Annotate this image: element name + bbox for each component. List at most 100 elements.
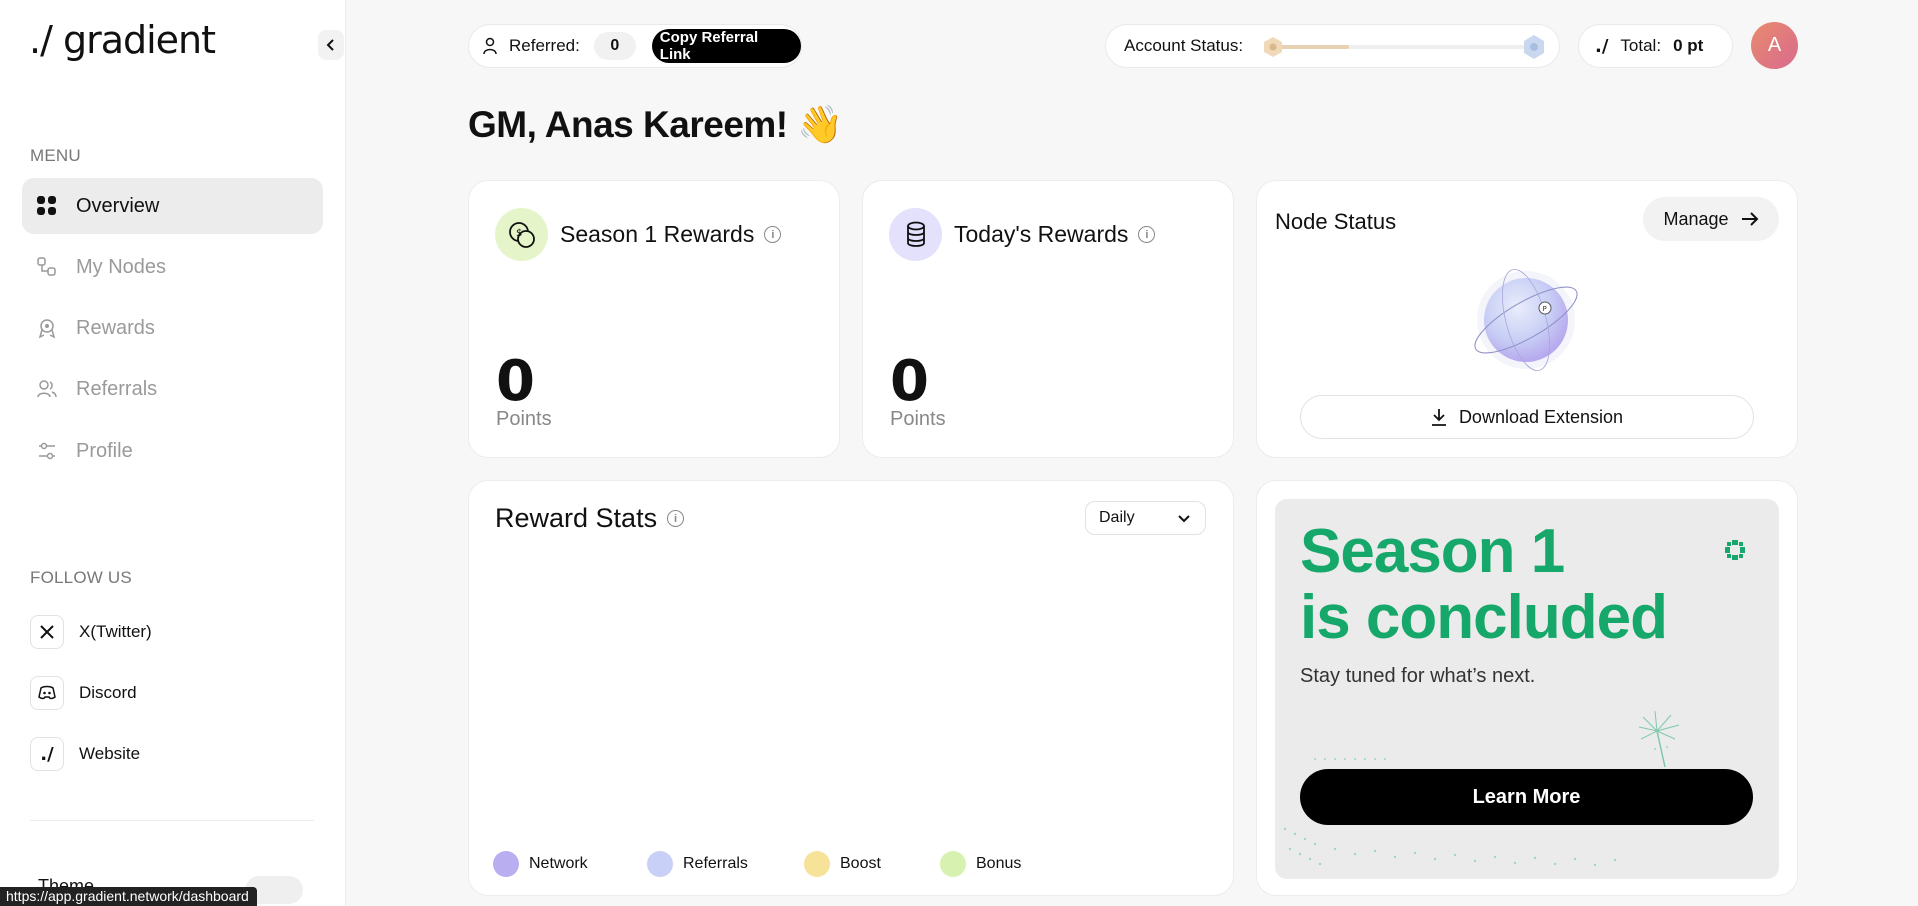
reward-stats-title-text: Reward Stats: [495, 503, 658, 533]
social-label: Website: [79, 744, 141, 763]
reward-stats-card: Reward Stats i Daily Network Referrals B…: [468, 480, 1234, 896]
legend-swatch: [804, 851, 830, 877]
sidebar-item-referrals[interactable]: Referrals: [22, 361, 323, 417]
legend-swatch: [493, 851, 519, 877]
legend-label: Boost: [840, 855, 881, 872]
discord-icon: [30, 676, 64, 710]
x-icon: [30, 615, 64, 649]
season-promo-banner: Season 1 is concluded Stay tuned for wha…: [1275, 499, 1779, 879]
database-icon: [889, 208, 942, 261]
diamond-badge-icon: [1524, 35, 1544, 59]
account-status-label: Account Status:: [1124, 36, 1244, 55]
info-icon[interactable]: i: [667, 510, 685, 527]
referral-pill: Referred: 0 Copy Referral Link: [468, 24, 802, 68]
period-select-value: Daily: [1099, 509, 1135, 526]
legend-item-referrals: Referrals: [647, 851, 748, 877]
award-icon: [36, 317, 58, 339]
legend-label: Referrals: [683, 855, 748, 872]
learn-more-button[interactable]: Learn More: [1300, 769, 1753, 825]
sidebar-item-overview[interactable]: Overview: [22, 178, 323, 234]
node-status-title: Node Status: [1275, 209, 1397, 234]
season-rewards-title-text: Season 1 Rewards: [560, 221, 755, 247]
node-globe-illustration: P: [1474, 269, 1578, 371]
grid-icon: [36, 195, 58, 217]
account-status-pill: Account Status:: [1105, 24, 1560, 68]
gradient-icon: ./: [1595, 35, 1609, 57]
coins-icon: $: [495, 208, 548, 261]
info-icon[interactable]: i: [764, 226, 782, 243]
app-logo[interactable]: ./ gradient: [29, 18, 216, 62]
season-rewards-card: $ Season 1 Rewards i 0 Points: [468, 180, 840, 458]
chevron-down-icon: [1178, 515, 1190, 523]
bronze-badge-icon: [1264, 37, 1282, 57]
season-rewards-title: Season 1 Rewards i: [560, 221, 782, 248]
menu-section-label: MENU: [30, 146, 81, 165]
node-status-card: Node Status Manage P Download Extension: [1256, 180, 1798, 458]
period-select[interactable]: Daily: [1085, 501, 1206, 535]
sidebar-divider: [30, 820, 314, 821]
sidebar-item-label: My Nodes: [76, 255, 167, 278]
sidebar-item-profile[interactable]: Profile: [22, 423, 323, 479]
chevron-left-icon: [326, 39, 334, 51]
legend-item-boost: Boost: [804, 851, 881, 877]
legend-label: Bonus: [976, 855, 1022, 872]
referred-label: Referred:: [508, 36, 580, 55]
sidebar-item-my-nodes[interactable]: My Nodes: [22, 239, 323, 295]
legend-swatch: [940, 851, 966, 877]
account-status-track: [1272, 45, 1530, 49]
today-rewards-title-text: Today's Rewards: [954, 221, 1129, 247]
social-link-twitter[interactable]: X(Twitter): [30, 615, 152, 649]
gradient-icon: ./: [30, 737, 64, 771]
sidebar-item-label: Referrals: [76, 377, 158, 400]
legend-item-bonus: Bonus: [940, 851, 1021, 877]
legend-swatch: [647, 851, 673, 877]
reward-stats-title: Reward Stats i: [495, 503, 685, 534]
season-rewards-unit: Points: [496, 408, 552, 430]
gradient-mark-icon: [1725, 540, 1745, 560]
sidebar-item-label: Rewards: [76, 316, 155, 339]
follow-section-label: FOLLOW US: [30, 568, 132, 587]
manage-label: Manage: [1663, 208, 1729, 229]
status-bar-url: https://app.gradient.network/dashboard: [0, 887, 257, 906]
promo-title: Season 1 is concluded: [1300, 517, 1668, 652]
promo-title-line2: is concluded: [1300, 583, 1668, 652]
total-points-pill: ./ Total: 0 pt: [1578, 24, 1733, 68]
arrow-right-icon: [1741, 212, 1758, 226]
sidebar: ./ gradient MENU Overview My Nodes Rewar…: [0, 0, 346, 906]
info-icon[interactable]: i: [1138, 226, 1156, 243]
season-rewards-value: 0: [496, 349, 535, 414]
today-rewards-title: Today's Rewards i: [954, 221, 1156, 248]
user-icon: [483, 37, 497, 55]
download-extension-button[interactable]: Download Extension: [1300, 395, 1754, 439]
social-link-website[interactable]: ./ Website: [30, 737, 140, 771]
sliders-icon: [36, 440, 58, 462]
users-icon: [36, 378, 58, 400]
nodes-icon: [36, 256, 58, 278]
promo-subtitle: Stay tuned for what’s next.: [1300, 665, 1536, 687]
total-label: Total:: [1620, 36, 1662, 55]
manage-button[interactable]: Manage: [1643, 197, 1779, 241]
social-link-discord[interactable]: Discord: [30, 676, 137, 710]
today-rewards-card: Today's Rewards i 0 Points: [862, 180, 1234, 458]
referred-count: 0: [593, 32, 636, 60]
legend-label: Network: [529, 855, 588, 872]
collapse-sidebar-button[interactable]: [318, 30, 344, 60]
sidebar-item-label: Profile: [76, 439, 133, 462]
total-value: 0 pt: [1673, 36, 1704, 55]
legend-item-network: Network: [493, 851, 588, 877]
avatar[interactable]: A: [1751, 22, 1798, 69]
copy-referral-link-button[interactable]: Copy Referral Link: [651, 29, 801, 63]
download-extension-label: Download Extension: [1458, 406, 1624, 427]
today-rewards-unit: Points: [890, 408, 946, 430]
sidebar-item-rewards[interactable]: Rewards: [22, 300, 323, 356]
social-label: X(Twitter): [79, 622, 152, 641]
promo-title-line1: Season 1: [1300, 517, 1565, 586]
svg-text:P: P: [1543, 305, 1547, 313]
download-icon: [1431, 409, 1446, 426]
dandelion-illustration: [1638, 710, 1680, 768]
today-rewards-value: 0: [890, 349, 929, 414]
season-promo-card: Season 1 is concluded Stay tuned for wha…: [1256, 480, 1798, 896]
sidebar-item-label: Overview: [76, 194, 160, 217]
svg-text:$: $: [516, 228, 522, 239]
page-title: GM, Anas Kareem! 👋: [468, 104, 843, 145]
